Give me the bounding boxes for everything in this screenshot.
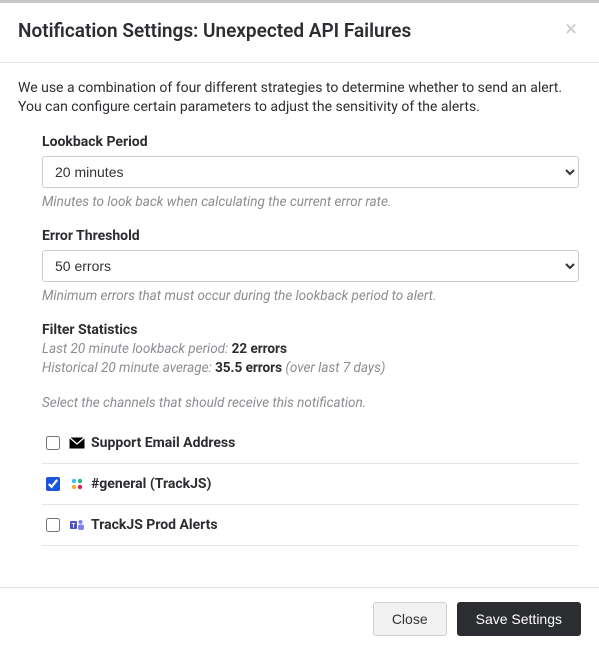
intro-text: We use a combination of four different s…	[18, 79, 581, 118]
modal-footer: Close Save Settings	[0, 587, 599, 650]
threshold-help: Minimum errors that must occur during th…	[42, 288, 579, 304]
stats-recent: Last 20 minute lookback period: 22 error…	[42, 340, 579, 360]
lookback-label: Lookback Period	[42, 134, 579, 150]
channels-hint: Select the channels that should receive …	[42, 395, 579, 411]
notification-settings-modal: Notification Settings: Unexpected API Fa…	[0, 0, 599, 650]
email-icon	[69, 435, 85, 451]
lookback-select[interactable]: 20 minutes	[42, 156, 579, 188]
filter-statistics: Filter Statistics Last 20 minute lookbac…	[42, 322, 579, 379]
channel-label: #general (TrackJS)	[91, 476, 211, 492]
threshold-group: Error Threshold 50 errors Minimum errors…	[42, 228, 579, 304]
stats-average: Historical 20 minute average: 35.5 error…	[42, 359, 579, 379]
stats-avg-prefix: Historical 20 minute average:	[42, 360, 215, 376]
stats-heading: Filter Statistics	[42, 322, 579, 338]
lookback-group: Lookback Period 20 minutes Minutes to lo…	[42, 134, 579, 210]
lookback-help: Minutes to look back when calculating th…	[42, 194, 579, 210]
channel-row: #general (TrackJS)	[42, 464, 579, 505]
channel-row: Support Email Address	[42, 423, 579, 464]
channel-checkbox-slack[interactable]	[46, 477, 60, 491]
channel-label: TrackJS Prod Alerts	[91, 517, 218, 533]
modal-header: Notification Settings: Unexpected API Fa…	[0, 3, 599, 63]
save-settings-button[interactable]: Save Settings	[457, 602, 581, 636]
slack-icon	[69, 476, 85, 492]
form-area: Lookback Period 20 minutes Minutes to lo…	[18, 134, 581, 546]
stats-avg-value: 35.5 errors	[215, 360, 282, 376]
threshold-label: Error Threshold	[42, 228, 579, 244]
channel-label: Support Email Address	[91, 435, 235, 451]
stats-avg-suffix: (over last 7 days)	[282, 360, 385, 376]
stats-recent-value: 22 errors	[232, 341, 287, 357]
channel-checkbox-teams[interactable]	[46, 518, 60, 532]
close-button[interactable]: Close	[373, 602, 447, 636]
svg-text:T: T	[72, 524, 76, 530]
teams-icon: T	[69, 517, 85, 533]
modal-body: We use a combination of four different s…	[0, 63, 599, 587]
channel-checkbox-email[interactable]	[46, 436, 60, 450]
threshold-select[interactable]: 50 errors	[42, 250, 579, 282]
stats-recent-prefix: Last 20 minute lookback period:	[42, 341, 232, 357]
modal-title: Notification Settings: Unexpected API Fa…	[18, 19, 411, 44]
channel-row: T TrackJS Prod Alerts	[42, 505, 579, 546]
close-icon[interactable]: ×	[561, 19, 581, 41]
